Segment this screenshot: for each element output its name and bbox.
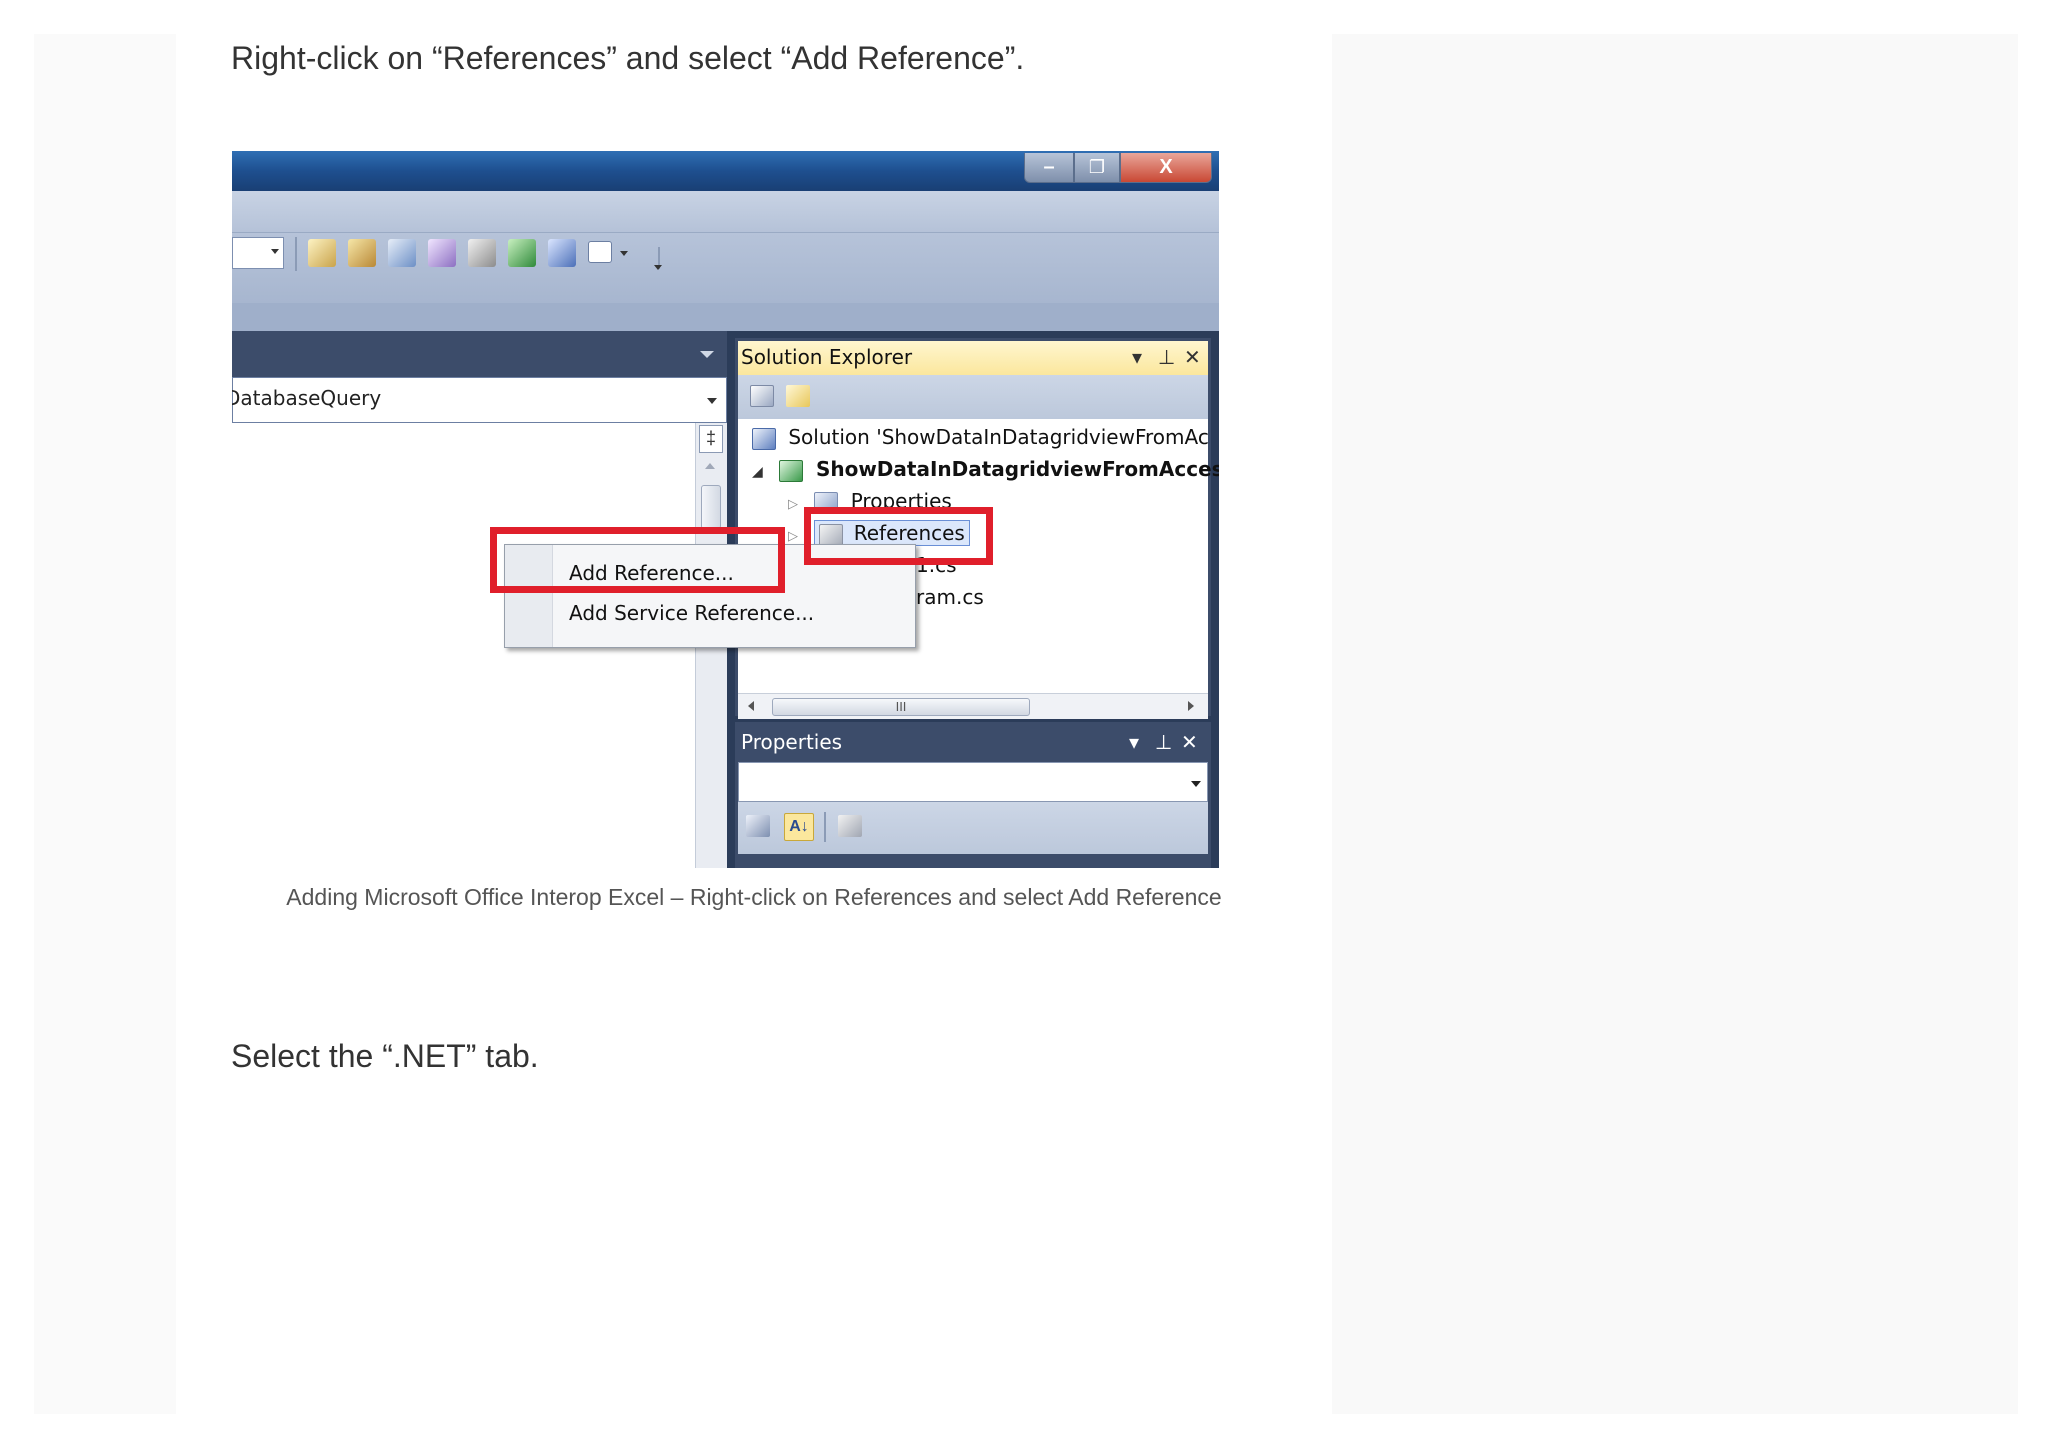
tree-item-solution[interactable]: Solution 'ShowDataInDatagridviewFromAc	[752, 425, 1209, 457]
tree-item-program[interactable]: ram.cs	[916, 585, 984, 617]
toolbar-separator	[295, 237, 297, 271]
highlight-box-references	[804, 507, 993, 565]
solution-icon	[752, 427, 776, 450]
solution-explorer-horizontal-scrollbar[interactable]: III	[738, 693, 1208, 719]
show-all-files-icon[interactable]	[750, 385, 774, 407]
menu-bar	[232, 191, 1219, 233]
find-in-files-icon[interactable]	[308, 239, 336, 267]
step-text-add-reference: Right-click on “References” and select “…	[231, 40, 1025, 76]
highlight-box-add-reference	[490, 527, 785, 593]
menu-item-add-service-reference[interactable]: Add Service Reference...	[569, 601, 814, 625]
window-controls: – ❐ X	[1024, 151, 1216, 187]
scrollbar-thumb[interactable]	[701, 485, 721, 529]
scroll-up-icon[interactable]	[705, 463, 715, 469]
pin-icon[interactable]: ⊥	[1158, 345, 1175, 369]
figure-caption: Adding Microsoft Office Interop Excel – …	[286, 884, 1222, 910]
split-handle-icon[interactable]: ‡	[699, 425, 723, 453]
scrollbar-grip: III	[895, 699, 907, 714]
alphabetical-sort-icon[interactable]: A↓	[784, 813, 814, 841]
command-window-icon[interactable]	[588, 241, 612, 263]
chevron-down-icon[interactable]: ▾	[1132, 345, 1142, 369]
maximize-button[interactable]: ❐	[1074, 153, 1120, 183]
scrollbar-thumb[interactable]: III	[772, 698, 1030, 716]
scroll-right-icon[interactable]	[1188, 701, 1194, 711]
ide-screenshot: – ❐ X DatabaseQuery ‡ Solution Explorer …	[232, 151, 1219, 868]
properties-window-icon[interactable]	[388, 239, 416, 267]
main-toolbar	[232, 233, 1219, 303]
properties-object-dropdown[interactable]	[738, 762, 1208, 802]
editor-type-dropdown[interactable]: DatabaseQuery	[232, 377, 727, 423]
pin-icon[interactable]: ⊥	[1155, 730, 1172, 754]
categorized-icon[interactable]	[746, 815, 770, 837]
restore-icon: ❐	[1088, 157, 1106, 177]
collapsed-arrow-icon[interactable]: ▷	[788, 497, 802, 512]
properties-header: Properties ▾ ⊥ ✕	[735, 722, 1211, 762]
close-window-button[interactable]: X	[1120, 153, 1212, 183]
start-page-icon[interactable]	[508, 239, 536, 267]
close-icon[interactable]: ✕	[1184, 345, 1201, 369]
solution-explorer-icon[interactable]	[348, 239, 376, 267]
tree-item-label: Solution 'ShowDataInDatagridviewFromAc	[788, 425, 1209, 449]
close-icon[interactable]: ✕	[1181, 730, 1198, 754]
properties-toolbar: A↓	[738, 802, 1208, 854]
toolbar-overflow-icon[interactable]	[654, 265, 662, 270]
window-titlebar: – ❐ X	[232, 151, 1219, 191]
toolbar-configuration-dropdown[interactable]	[232, 237, 284, 269]
step-text-select-net-tab: Select the “.NET” tab.	[231, 1038, 539, 1074]
chevron-down-icon	[271, 249, 279, 254]
properties-title: Properties	[741, 730, 843, 754]
tree-item-label: ShowDataInDatagridviewFromAcces	[815, 457, 1219, 481]
toolbar-separator	[824, 812, 826, 842]
solution-explorer-toolbar	[738, 375, 1208, 419]
editor-tab-header	[232, 331, 727, 379]
editor-type-value: DatabaseQuery	[232, 386, 382, 410]
tree-item-label: ram.cs	[916, 585, 984, 609]
chevron-down-icon[interactable]: ▾	[1129, 730, 1139, 754]
toolbar-lower-band	[232, 303, 1219, 331]
chevron-down-icon[interactable]	[620, 251, 628, 256]
extension-manager-icon[interactable]	[548, 239, 576, 267]
solution-explorer-title: Solution Explorer	[741, 345, 913, 369]
property-pages-icon[interactable]	[838, 815, 862, 837]
expanded-arrow-icon[interactable]: ◢	[752, 464, 766, 480]
article-sidebar	[1332, 34, 2018, 1414]
solution-explorer-header: Solution Explorer ▾ ⊥ ✕	[738, 341, 1208, 375]
new-folder-icon[interactable]	[786, 385, 810, 407]
close-icon: X	[1159, 156, 1173, 178]
minimize-icon: –	[1043, 156, 1055, 178]
chevron-down-icon	[1191, 781, 1201, 787]
collapsed-arrow-icon[interactable]: ▷	[788, 529, 802, 544]
chevron-down-icon	[707, 398, 717, 404]
minimize-button[interactable]: –	[1024, 153, 1074, 183]
properties-panel: Properties ▾ ⊥ ✕ A↓	[735, 722, 1211, 868]
scroll-left-icon[interactable]	[748, 701, 754, 711]
chevron-down-icon[interactable]	[700, 351, 714, 358]
csharp-project-icon	[778, 459, 803, 482]
tree-item-project[interactable]: ◢ ShowDataInDatagridviewFromAcces	[752, 457, 1219, 489]
object-browser-icon[interactable]	[428, 239, 456, 267]
toolbox-icon[interactable]	[468, 239, 496, 267]
